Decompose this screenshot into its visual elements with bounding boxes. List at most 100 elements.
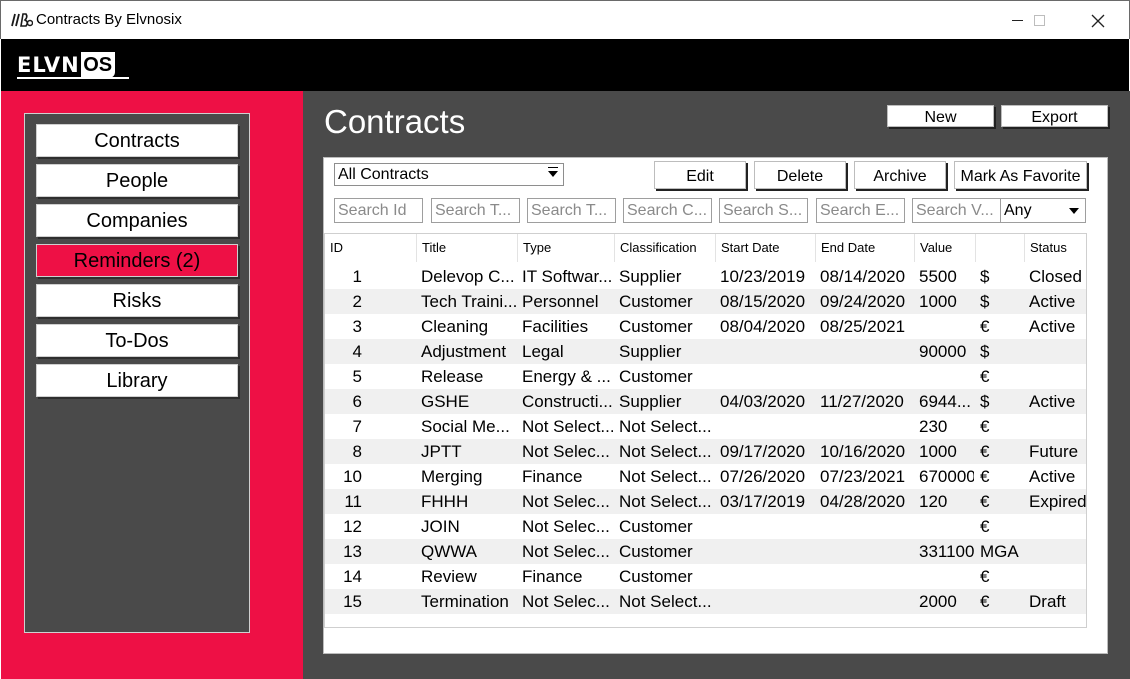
table-cell: 2	[352, 292, 362, 311]
search-title-input[interactable]: Search T...	[431, 198, 520, 223]
new-button[interactable]: New	[887, 105, 994, 127]
table-row[interactable]: 15 Termination Not Selec... Not Select... 20…	[325, 589, 1086, 614]
table-cell: $	[980, 292, 990, 311]
table-cell: Customer	[619, 292, 693, 311]
page-title: Contracts	[324, 103, 466, 140]
table-cell: QWWA	[421, 542, 478, 561]
column-header[interactable]: End Date	[816, 234, 915, 262]
table-row[interactable]: 8 JPTT Not Selec... Not Select... 09/17/2020…	[325, 439, 1086, 464]
table-cell: €	[980, 567, 990, 586]
sidebar-item-library[interactable]: Library	[36, 364, 238, 397]
table-cell: Release	[421, 367, 484, 386]
table-cell: 14	[343, 567, 362, 586]
close-icon	[1091, 14, 1105, 27]
table-cell	[1029, 564, 1086, 589]
table-cell	[1029, 339, 1086, 364]
table-row[interactable]: 5 Release Energy & ... Customer €	[325, 364, 1086, 389]
table-cell: 15	[343, 592, 362, 611]
sidebar-item-people[interactable]: People	[36, 164, 238, 197]
table-cell: GSHE	[421, 392, 470, 411]
search-start-date-input[interactable]: Search S...	[719, 198, 808, 223]
table-row[interactable]: 12 JOIN Not Selec... Customer €	[325, 514, 1086, 539]
table-cell	[1029, 364, 1086, 389]
sidebar-item-contracts[interactable]: Contracts	[36, 124, 238, 157]
search-end-date-input[interactable]: Search E...	[816, 198, 905, 223]
table-cell	[820, 539, 913, 564]
table-cell: Cleaning	[421, 317, 489, 336]
table-cell: Not Selec...	[522, 542, 610, 561]
table-row[interactable]: 4 Adjustment Legal Supplier 90000 $	[325, 339, 1086, 364]
table-cell	[820, 514, 913, 539]
column-header[interactable]: Classification	[615, 234, 716, 262]
table-cell: Not Select...	[619, 467, 712, 486]
table-cell	[919, 314, 974, 339]
table-cell: Closed	[1029, 267, 1082, 286]
sidebar: Contracts People Companies Reminders (2)…	[1, 91, 303, 679]
table-row[interactable]: 10 Merging Finance Not Select... 07/26/2020 0…	[325, 464, 1086, 489]
column-header[interactable]: Start Date	[716, 234, 816, 262]
table-cell	[820, 364, 913, 389]
app-logo-icon	[11, 12, 34, 28]
table-row[interactable]: 13 QWWA Not Selec... Customer 331100 MGA	[325, 539, 1086, 564]
table-cell: 08/15/2020	[720, 292, 806, 311]
export-button[interactable]: Export	[1001, 105, 1108, 127]
table-cell: 08/25/2021	[820, 317, 906, 336]
table-cell	[1029, 539, 1086, 564]
table-cell	[919, 514, 974, 539]
sidebar-item-companies[interactable]: Companies	[36, 204, 238, 237]
brand-logo: ELVN OS	[17, 51, 129, 79]
edit-button[interactable]: Edit	[654, 161, 746, 189]
search-id-input[interactable]: Search Id	[334, 198, 423, 223]
chevron-down-icon	[548, 171, 558, 177]
column-header[interactable]: Status	[1025, 234, 1086, 262]
column-header[interactable]: ID	[325, 234, 417, 262]
table-cell: Not Select...	[619, 442, 712, 461]
table-row[interactable]: 2 Tech Traini... Personnel Customer 08/15/20…	[325, 289, 1086, 314]
delete-button[interactable]: Delete	[754, 161, 846, 189]
brand-bar: ELVN OS	[1, 39, 1129, 91]
search-type-input[interactable]: Search T...	[527, 198, 616, 223]
column-header[interactable]: Title	[417, 234, 518, 262]
table-row[interactable]: 6 GSHE Constructi... Supplier 04/03/2020 11/2…	[325, 389, 1086, 414]
sidebar-item-risks[interactable]: Risks	[36, 284, 238, 317]
table-cell: Draft	[1029, 592, 1066, 611]
archive-button[interactable]: Archive	[854, 161, 946, 189]
maximize-button[interactable]	[1016, 1, 1062, 40]
table-row[interactable]: 1 Delevop C... IT Softwar... Supplier 10/23/…	[325, 264, 1086, 289]
table-cell: Expired	[1029, 492, 1086, 511]
table-cell: 7	[352, 417, 362, 436]
column-header[interactable]: Type	[518, 234, 615, 262]
table-cell	[720, 364, 814, 389]
mark-favorite-button[interactable]: Mark As Favorite	[954, 161, 1087, 189]
column-header[interactable]	[976, 234, 1025, 262]
table-cell: Not Selec...	[522, 492, 610, 511]
table-cell: Termination	[421, 592, 509, 611]
close-button[interactable]	[1075, 1, 1121, 40]
table-cell: 3	[352, 317, 362, 336]
table-cell: 09/17/2020	[720, 442, 806, 461]
search-classification-input[interactable]: Search C...	[623, 198, 712, 223]
table-cell: Not Select...	[619, 417, 712, 436]
table-cell: 6	[352, 392, 362, 411]
table-cell: Not Select...	[619, 492, 712, 511]
table-cell: 08/14/2020	[820, 267, 906, 286]
sidebar-item-todos[interactable]: To-Dos	[36, 324, 238, 357]
status-filter-select[interactable]: Any	[1000, 198, 1086, 223]
column-header[interactable]: Value	[915, 234, 976, 262]
table-row[interactable]: 14 Review Finance Customer €	[325, 564, 1086, 589]
contracts-filter-select[interactable]: All Contracts	[334, 163, 564, 186]
table-cell: 5500	[919, 267, 957, 286]
window-title: Contracts By Elvnosix	[36, 11, 182, 28]
table-row[interactable]: 11 FHHH Not Selec... Not Select... 03/17/201…	[325, 489, 1086, 514]
table-row[interactable]: 3 Cleaning Facilities Customer 08/04/2020 08/…	[325, 314, 1086, 339]
table-cell: Personnel	[522, 292, 599, 311]
status-filter-value: Any	[1004, 202, 1032, 219]
search-value-input[interactable]: Search V...	[912, 198, 1001, 223]
sidebar-item-reminders[interactable]: Reminders (2)	[36, 244, 238, 277]
table-row[interactable]: 7 Social Me... Not Select... Not Select... 2…	[325, 414, 1086, 439]
table-cell: 6944...	[919, 392, 971, 411]
table-cell: FHHH	[421, 492, 469, 511]
table-cell: Tech Traini...	[421, 292, 516, 311]
table-cell: 12	[343, 517, 362, 536]
table-cell: Review	[421, 567, 477, 586]
